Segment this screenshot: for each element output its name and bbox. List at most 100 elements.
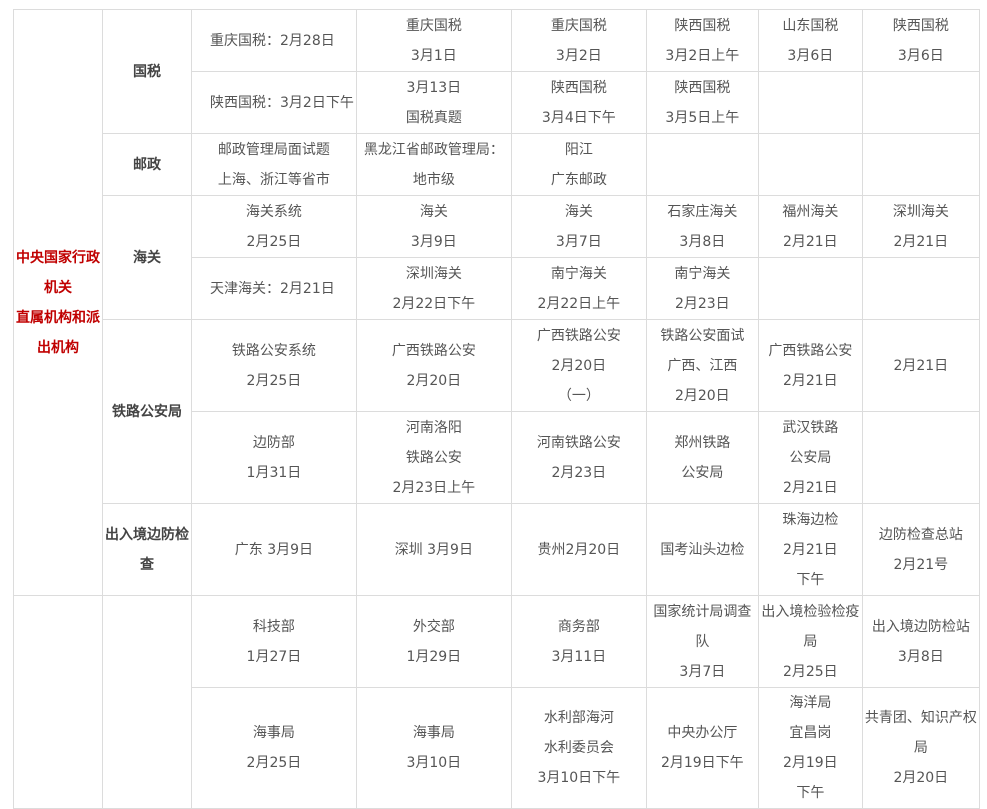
cell-text-line: 3月7日 (555, 233, 602, 250)
cell-text-line: 广西、江西 (667, 357, 738, 374)
schedule-cell[interactable]: 海关系统 2月25日 (191, 195, 357, 258)
cell-text-line: 南宁海关 (674, 265, 731, 282)
schedule-cell[interactable]: 石家庄海关 3月8日 (645, 195, 759, 258)
schedule-cell[interactable]: 海事局 3月10日 (355, 687, 512, 809)
schedule-cell[interactable]: 武汉铁路 公安局 2月21日 (757, 411, 863, 504)
exam-schedule-table: 中央国家行政 机关 直属机构和派 出机构 国税 重庆国税：2月28日 重庆国税 3月1日 重庆国… (13, 9, 980, 809)
schedule-cell[interactable]: 陕西国税 3月4日下午 (510, 71, 647, 134)
schedule-cell[interactable]: 广西铁路公安 2月21日 (757, 319, 863, 412)
cell-text-line: 海关系统 (245, 203, 302, 220)
cell-text-line: 水利委员会 (543, 740, 614, 756)
cell-text-line: 南宁海关 (550, 265, 607, 282)
schedule-cell[interactable]: 广西铁路公安 2月20日 （一） (510, 319, 647, 412)
cell-text-line: 直属机构和派 (16, 309, 100, 326)
cell-text-line: 外交部 (412, 618, 455, 635)
schedule-cell[interactable]: 海关 3月9日 (355, 195, 512, 258)
cell-text-line: 局 (803, 633, 818, 650)
cell-text-line: 武汉铁路 (782, 419, 839, 436)
cell-text-line: 2月25日 (246, 233, 302, 250)
schedule-cell[interactable]: 南宁海关 2月23日 (645, 257, 759, 320)
cell-text-line: 水利部海河 (543, 710, 614, 726)
cell-text-line: 2月19日下午 (660, 755, 744, 771)
schedule-cell[interactable] (861, 411, 980, 504)
schedule-cell[interactable]: 陕西国税：3月2日下午 (191, 71, 357, 134)
cell-text-line: 3月2日上午 (665, 47, 740, 64)
schedule-cell[interactable]: 天津海关：2月21日 (191, 257, 357, 320)
schedule-cell[interactable]: 黑龙江省邮政管理局： 地市级 (355, 133, 512, 196)
schedule-cell[interactable]: 铁路公安面试 广西、江西 2月20日 (645, 319, 759, 412)
cell-text-line: 1月29日 (406, 648, 462, 665)
schedule-cell[interactable] (757, 133, 863, 196)
schedule-cell[interactable] (645, 133, 759, 196)
schedule-cell[interactable]: 郑州铁路 公安局 (645, 411, 759, 504)
schedule-cell[interactable]: 共青团、知识产权局 2月20日 (861, 687, 980, 809)
schedule-cell[interactable]: 山东国税 3月6日 (757, 9, 863, 72)
schedule-cell[interactable]: 陕西国税 3月6日 (861, 9, 980, 72)
schedule-cell[interactable]: 珠海边检 2月21日 下午 (757, 503, 863, 596)
cell-text-line: 重庆国税：2月28日 (210, 32, 335, 49)
schedule-cell[interactable]: 3月13日 国税真题 (355, 71, 512, 134)
schedule-cell[interactable] (757, 71, 863, 134)
cell-text-line: 3月10日 (406, 755, 462, 771)
schedule-cell[interactable]: 阳江 广东邮政 (510, 133, 647, 196)
cell-text-line: 邮政管理局面试题 (217, 141, 330, 158)
cell-text-line: 出机构 (37, 339, 79, 356)
schedule-cell[interactable]: 海事局 2月25日 (191, 687, 357, 809)
cell-text-line: 2月21日 (782, 233, 838, 250)
schedule-cell[interactable]: 重庆国税 3月1日 (355, 9, 512, 72)
schedule-cell[interactable]: 河南洛阳 铁路公安 2月23日上午 (355, 411, 512, 504)
schedule-cell[interactable]: 商务部 3月11日 (510, 595, 647, 688)
cell-text-line: 重庆国税 (550, 17, 607, 34)
schedule-cell[interactable]: 贵州2月20日 (510, 503, 647, 596)
cell-text-line: 海关 (419, 203, 448, 220)
department-cell (102, 595, 192, 809)
cell-text-line: 广西铁路公安 (768, 342, 853, 359)
schedule-cell[interactable]: 深圳海关 2月22日下午 (355, 257, 512, 320)
schedule-cell[interactable]: 科技部 1月27日 (191, 595, 357, 688)
schedule-cell[interactable] (861, 257, 980, 320)
cell-text-line: 3月5日上午 (665, 109, 740, 126)
schedule-cell[interactable] (861, 133, 980, 196)
table-row: 出入境边防检查 广东 3月9日 深圳 3月9日 贵州2月20日 国考汕头边检 珠海边检 2月… (14, 503, 980, 596)
schedule-cell[interactable]: 中央办公厅 2月19日下午 (645, 687, 759, 809)
cell-text-line: 公安局 (789, 449, 832, 466)
schedule-cell[interactable]: 重庆国税：2月28日 (191, 9, 357, 72)
schedule-cell[interactable]: 边防检查总站 2月21号 (861, 503, 980, 596)
schedule-cell[interactable]: 陕西国税 3月5日上午 (645, 71, 759, 134)
cell-text-line: 队 (695, 633, 710, 650)
department-cell: 邮政 (102, 133, 192, 196)
table-row: 铁路公安局 铁路公安系统 2月25日 广西铁路公安 2月20日 广西铁路公安 2月20日 （一… (14, 319, 980, 504)
schedule-cell[interactable]: 铁路公安系统 2月25日 (191, 319, 357, 412)
schedule-cell[interactable]: 出入境边防检站 3月8日 (861, 595, 980, 688)
schedule-cell[interactable] (861, 71, 980, 134)
schedule-cell[interactable]: 河南铁路公安 2月23日 (510, 411, 647, 504)
schedule-cell[interactable]: 海关 3月7日 (510, 195, 647, 258)
schedule-cell[interactable]: 邮政管理局面试题 上海、浙江等省市 (191, 133, 357, 196)
schedule-cell[interactable]: 国考汕头边检 (645, 503, 759, 596)
cell-text-line: 国税 (133, 63, 161, 80)
schedule-cell[interactable]: 广西铁路公安 2月20日 (355, 319, 512, 412)
schedule-cell[interactable]: 国家统计局调查队 3月7日 (645, 595, 759, 688)
cell-text-line: 天津海关：2月21日 (210, 280, 335, 297)
schedule-cell[interactable]: 广东 3月9日 (191, 503, 357, 596)
schedule-cell[interactable]: 出入境检验检疫局 2月25日 (757, 595, 863, 688)
cell-text-line: 郑州铁路 (674, 434, 731, 451)
schedule-cell[interactable]: 2月21日 (861, 319, 980, 412)
cell-text-line: 河南洛阳 (405, 419, 462, 436)
schedule-cell[interactable]: 海洋局 宜昌岗 2月19日 下午 (757, 687, 863, 809)
cell-text-line: 福州海关 (782, 203, 839, 220)
schedule-cell[interactable]: 水利部海河 水利委员会 3月10日下午 (510, 687, 647, 809)
cell-text-line: 共青团、知识产权 (864, 710, 977, 726)
schedule-cell[interactable]: 深圳 3月9日 (355, 503, 512, 596)
schedule-cell[interactable] (757, 257, 863, 320)
schedule-cell[interactable]: 边防部 1月31日 (191, 411, 357, 504)
schedule-cell[interactable]: 重庆国税 3月2日 (510, 9, 647, 72)
schedule-cell[interactable]: 南宁海关 2月22日上午 (510, 257, 647, 320)
schedule-cell[interactable]: 深圳海关 2月21日 (861, 195, 980, 258)
cell-text-line: 3月8日 (897, 648, 944, 665)
schedule-cell[interactable]: 外交部 1月29日 (355, 595, 512, 688)
cell-text-line: 机关 (44, 279, 72, 296)
cell-text-line: 国考汕头边检 (660, 541, 745, 558)
schedule-cell[interactable]: 福州海关 2月21日 (757, 195, 863, 258)
schedule-cell[interactable]: 陕西国税 3月2日上午 (645, 9, 759, 72)
